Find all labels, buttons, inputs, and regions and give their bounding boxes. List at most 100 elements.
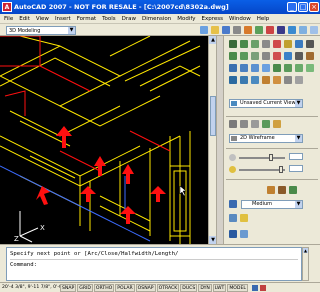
view-right-icon[interactable] (262, 64, 270, 72)
autocad-app-icon[interactable]: A (2, 2, 12, 12)
osnap-toggle[interactable]: OSNAP (135, 283, 156, 292)
minimize-button[interactable]: _ (287, 2, 297, 12)
command-history[interactable]: Specify next point or [Arc/Close/Halfwid… (6, 247, 302, 281)
vertical-scrollbar[interactable]: ▲ ▼ (208, 36, 217, 244)
walk-icon[interactable] (295, 76, 303, 84)
hidden-icon[interactable] (251, 120, 259, 128)
3d-rotate-icon[interactable] (284, 52, 292, 60)
brightness-slider[interactable] (239, 166, 285, 173)
otrack-toggle[interactable]: OTRACK (156, 283, 180, 292)
match-properties-icon[interactable] (266, 26, 274, 34)
communication-icon[interactable] (251, 284, 258, 291)
lock-icon[interactable] (259, 284, 266, 291)
menu-window[interactable]: Window (229, 16, 251, 22)
opacity-spinner[interactable] (289, 153, 303, 160)
menu-draw[interactable]: Draw (122, 16, 136, 22)
brightness-spinner[interactable] (289, 165, 303, 172)
grid-toggle[interactable]: GRID (77, 283, 93, 292)
free-orbit-icon[interactable] (240, 76, 248, 84)
mapping-icon[interactable] (278, 186, 286, 194)
close-button[interactable]: × (309, 2, 319, 12)
menu-format[interactable]: Format (77, 16, 96, 22)
view-bottom-icon[interactable] (240, 64, 248, 72)
visual-style-combo[interactable]: 2D Wireframe ▼ (229, 134, 303, 143)
view-top-icon[interactable] (229, 64, 237, 72)
menu-file[interactable]: File (4, 16, 13, 22)
subtract-icon[interactable] (284, 40, 292, 48)
sweep-icon[interactable] (240, 52, 248, 60)
menu-modify[interactable]: Modify (177, 16, 195, 22)
3d-array-icon[interactable] (306, 52, 314, 60)
view-nw-iso-icon[interactable] (306, 64, 314, 72)
undo-icon[interactable] (277, 26, 285, 34)
revolve-icon[interactable] (251, 40, 259, 48)
open-icon[interactable] (211, 26, 219, 34)
camera-icon[interactable] (284, 76, 292, 84)
wireframe-2d-icon[interactable] (229, 120, 237, 128)
sun-icon[interactable] (229, 214, 237, 222)
named-view-combo[interactable]: Unsaved Current View ▼ (229, 99, 303, 108)
slider-knob[interactable] (279, 166, 283, 173)
lights-icon[interactable] (240, 214, 248, 222)
new-icon[interactable] (200, 26, 208, 34)
union-icon[interactable] (273, 40, 281, 48)
chevron-down-icon[interactable]: ▼ (295, 100, 302, 107)
cut-icon[interactable] (244, 26, 252, 34)
dyn-toggle[interactable]: DYN (198, 283, 212, 292)
view-left-icon[interactable] (251, 64, 259, 72)
conceptual-icon[interactable] (273, 120, 281, 128)
menu-insert[interactable]: Insert (55, 16, 71, 22)
view-sw-iso-icon[interactable] (273, 64, 281, 72)
menu-tools[interactable]: Tools (102, 16, 116, 22)
chevron-down-icon[interactable]: ▼ (295, 135, 302, 142)
3d-move-icon[interactable] (273, 52, 281, 60)
render-icon[interactable] (229, 200, 237, 208)
intersect-icon[interactable] (295, 40, 303, 48)
dashboard-grip[interactable] (217, 36, 224, 244)
command-scrollbar[interactable]: ▲ (302, 247, 309, 281)
continuous-orbit-icon[interactable] (251, 76, 259, 84)
command-prompt[interactable]: Command: (10, 261, 298, 269)
render-window-icon[interactable] (240, 230, 248, 238)
realistic-icon[interactable] (262, 120, 270, 128)
loft-icon[interactable] (262, 40, 270, 48)
paste-icon[interactable] (255, 26, 263, 34)
maximize-button[interactable]: □ (298, 2, 308, 12)
print-icon[interactable] (233, 26, 241, 34)
zoom-icon[interactable] (299, 26, 307, 34)
snap-toggle[interactable]: SNAP (60, 283, 77, 292)
orbit-icon[interactable] (229, 76, 237, 84)
extrude-icon[interactable] (240, 40, 248, 48)
opacity-slider[interactable] (239, 154, 285, 161)
presspull-icon[interactable] (251, 52, 259, 60)
render-preset-combo[interactable]: Medium ▼ (241, 200, 303, 209)
section-plane-icon[interactable] (262, 52, 270, 60)
pan-view-icon[interactable] (262, 76, 270, 84)
slice-icon[interactable] (306, 40, 314, 48)
render-region-icon[interactable] (229, 230, 237, 238)
materials-icon[interactable] (267, 186, 275, 194)
ortho-toggle[interactable]: ORTHO (93, 283, 115, 292)
drawing-canvas[interactable]: Z X (0, 36, 208, 244)
polar-toggle[interactable]: POLAR (115, 283, 135, 292)
menu-express[interactable]: Express (202, 16, 223, 22)
save-icon[interactable] (222, 26, 230, 34)
chevron-down-icon[interactable]: ▼ (68, 27, 75, 34)
menu-edit[interactable]: Edit (19, 16, 30, 22)
texture-icon[interactable] (289, 186, 297, 194)
pan-icon[interactable] (288, 26, 296, 34)
menu-help[interactable]: Help (257, 16, 270, 22)
menu-dimension[interactable]: Dimension (142, 16, 171, 22)
menu-view[interactable]: View (36, 16, 49, 22)
polysolid-icon[interactable] (229, 52, 237, 60)
zoom-view-icon[interactable] (273, 76, 281, 84)
slider-knob[interactable] (269, 154, 273, 161)
help-icon[interactable] (310, 26, 318, 34)
ducs-toggle[interactable]: DUCS (180, 283, 198, 292)
3d-align-icon[interactable] (295, 52, 303, 60)
workspace-combo[interactable]: 3D Modeling ▼ (6, 26, 76, 35)
lwt-toggle[interactable]: LWT (212, 283, 227, 292)
box-icon[interactable] (229, 40, 237, 48)
scroll-up-icon[interactable]: ▲ (303, 248, 308, 253)
chevron-down-icon[interactable]: ▼ (295, 201, 302, 208)
